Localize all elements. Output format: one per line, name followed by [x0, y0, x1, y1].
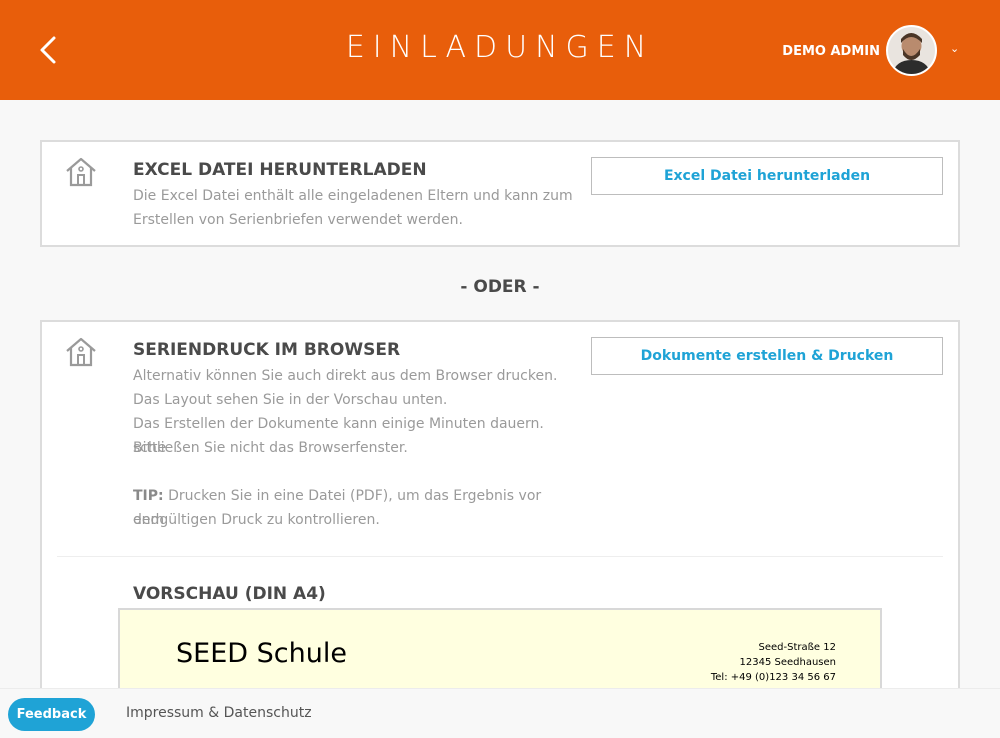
excel-description-line1: Die Excel Datei enthält alle eingeladene…	[133, 188, 573, 204]
tip-line2: endgültigen Druck zu kontrollieren.	[133, 512, 380, 528]
excel-heading: EXCEL DATEI HERUNTERLADEN	[133, 160, 427, 180]
divider	[57, 556, 943, 557]
excel-download-button[interactable]: Excel Datei herunterladen	[591, 157, 943, 195]
preview-heading: VORSCHAU (DIN A4)	[133, 584, 326, 604]
app-header: EINLADUNGEN DEMO ADMIN ⌄	[0, 0, 1000, 100]
print-text-line1: Alternativ können Sie auch direkt aus de…	[133, 368, 558, 384]
avatar[interactable]	[886, 25, 937, 76]
house-icon	[66, 337, 96, 367]
tip-label: TIP:	[133, 488, 164, 504]
address-street: Seed-Straße 12	[758, 642, 836, 653]
address-phone: Tel: +49 (0)123 34 56 67	[710, 672, 836, 683]
browser-print-card: SERIENDRUCK IM BROWSER Alternativ können…	[40, 320, 960, 738]
school-name: SEED Schule	[176, 638, 347, 669]
print-documents-button[interactable]: Dokumente erstellen & Drucken	[591, 337, 943, 375]
chevron-down-icon[interactable]: ⌄	[950, 42, 959, 55]
impressum-link[interactable]: Impressum & Datenschutz	[126, 705, 312, 721]
feedback-button[interactable]: Feedback	[8, 698, 95, 731]
print-text-line2: Das Layout sehen Sie in der Vorschau unt…	[133, 392, 448, 408]
excel-description-line2: Erstellen von Serienbriefen verwendet we…	[133, 212, 463, 228]
house-icon	[66, 157, 96, 187]
user-name[interactable]: DEMO ADMIN	[770, 44, 880, 59]
print-heading: SERIENDRUCK IM BROWSER	[133, 340, 401, 360]
school-address: Seed-Straße 12 12345 Seedhausen Tel: +49…	[711, 640, 836, 685]
address-city: 12345 Seedhausen	[739, 657, 837, 668]
footer: Feedback Impressum & Datenschutz	[0, 688, 1000, 738]
or-separator: - ODER -	[460, 277, 540, 297]
excel-download-card: EXCEL DATEI HERUNTERLADEN Die Excel Date…	[40, 140, 960, 247]
print-text-line4: schließen Sie nicht das Browserfenster.	[133, 440, 408, 456]
